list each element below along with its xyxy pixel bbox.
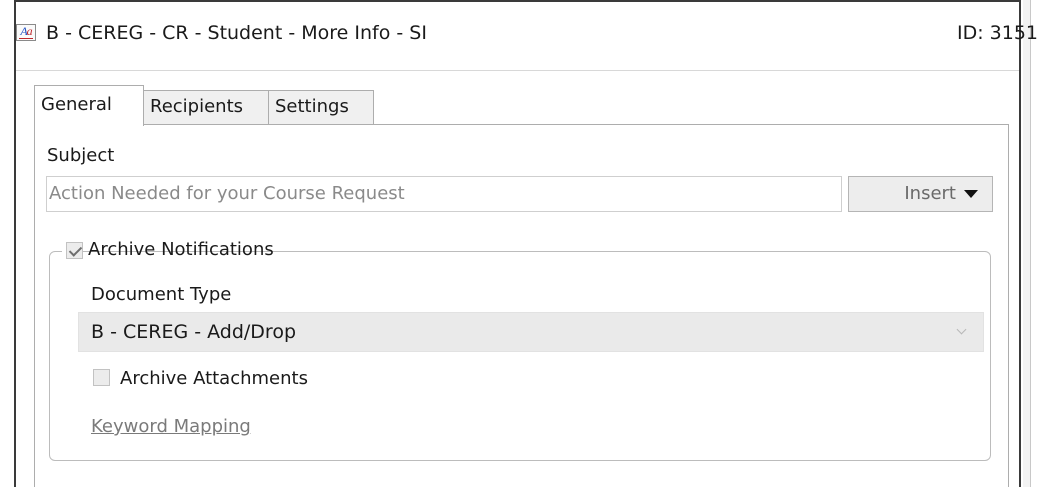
subject-label: Subject <box>47 145 115 166</box>
document-type-select[interactable]: B - CEREG - Add/Drop <box>78 312 984 352</box>
caret-down-icon <box>964 190 978 198</box>
keyword-mapping-link[interactable]: Keyword Mapping <box>91 414 251 440</box>
text-format-icon: Aa <box>16 24 36 41</box>
chevron-down-icon <box>956 324 967 335</box>
window-margin <box>1031 0 1047 487</box>
page-title: B - CEREG - CR - Student - More Info - S… <box>46 22 427 44</box>
subject-input[interactable]: Action Needed for your Course Request <box>46 176 842 212</box>
tab-settings[interactable]: Settings <box>268 90 374 125</box>
insert-button-label: Insert <box>904 183 956 204</box>
id-label: ID: 3151 <box>956 22 1038 44</box>
archive-attachments-checkbox[interactable] <box>93 369 110 386</box>
archive-notifications-checkbox[interactable] <box>66 242 83 259</box>
document-type-value: B - CEREG - Add/Drop <box>91 321 297 343</box>
tab-recipients[interactable]: Recipients <box>143 90 269 125</box>
insert-button[interactable]: Insert <box>848 176 993 212</box>
checkmark-icon <box>68 243 83 257</box>
archive-notifications-label: Archive Notifications <box>88 239 274 260</box>
tab-general[interactable]: General <box>34 85 144 126</box>
archive-attachments-label: Archive Attachments <box>120 368 308 389</box>
document-type-label: Document Type <box>91 284 232 305</box>
scrollbar-track[interactable] <box>1023 0 1031 487</box>
archive-group-legend: Archive Notifications <box>62 237 274 265</box>
